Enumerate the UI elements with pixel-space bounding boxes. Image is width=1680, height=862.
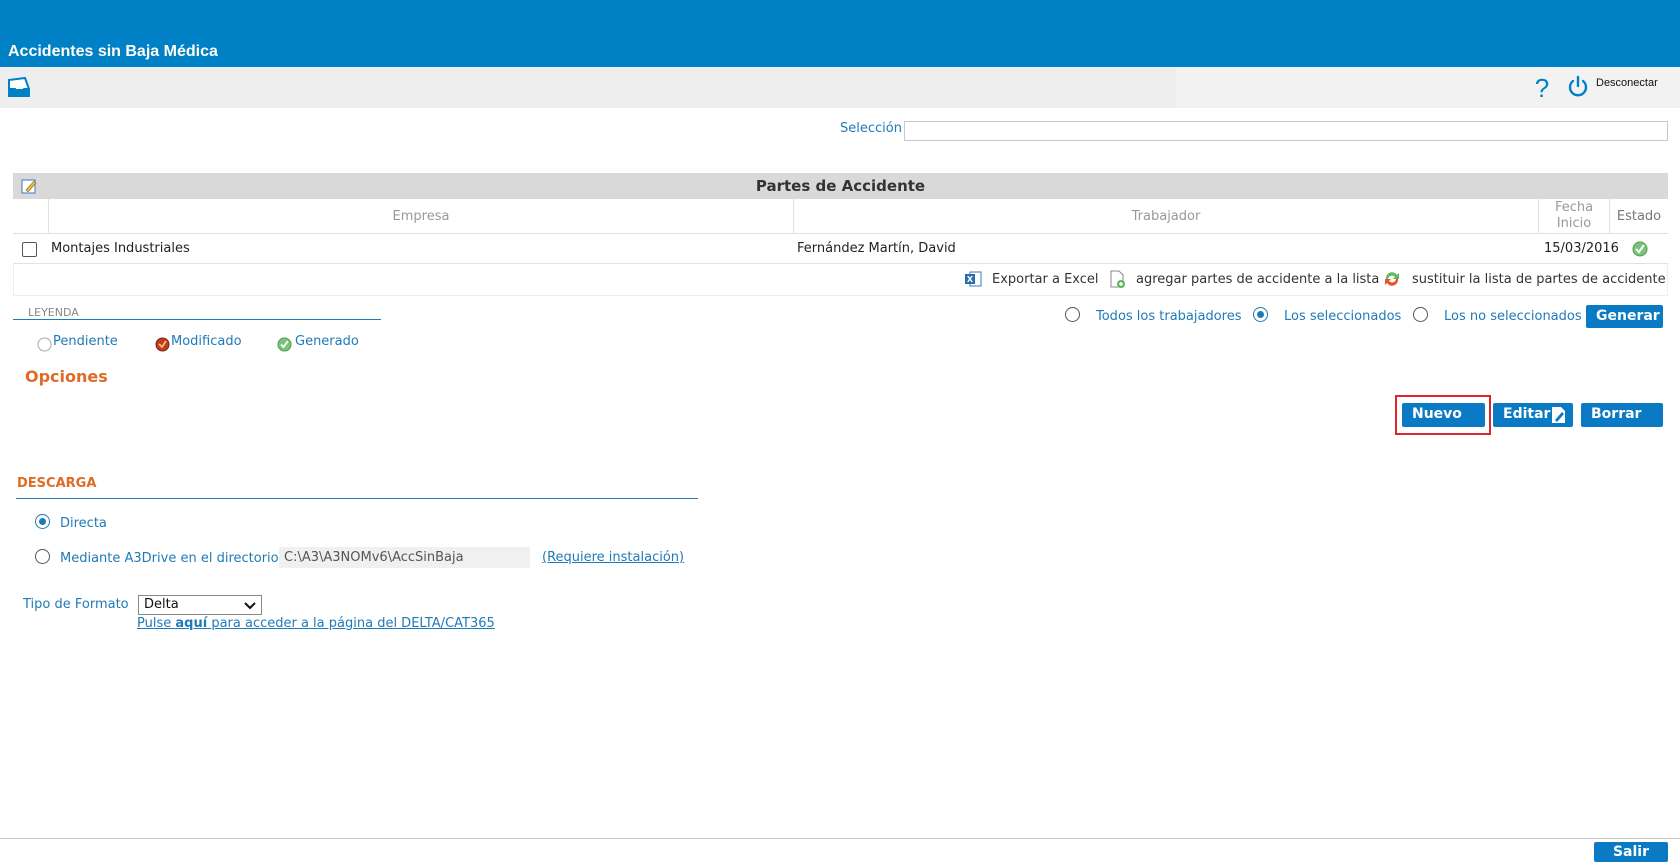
format-type-label: Tipo de Formato xyxy=(23,597,129,612)
excel-icon[interactable]: X xyxy=(964,270,982,288)
pending-status-icon xyxy=(37,337,52,352)
label-seleccionados[interactable]: Los seleccionados xyxy=(1284,309,1401,324)
column-header-trabajador[interactable]: Trabajador xyxy=(793,199,1538,234)
seleccion-input[interactable] xyxy=(904,121,1668,141)
generate-button[interactable]: Generar xyxy=(1586,305,1663,328)
format-type-value: Delta xyxy=(144,597,179,612)
legend-generado: Generado xyxy=(295,334,359,349)
page-title: Accidentes sin Baja Médica xyxy=(8,43,218,60)
legend-heading: LEYENDA xyxy=(13,305,381,320)
label-directa[interactable]: Directa xyxy=(60,516,107,531)
radio-a3drive[interactable] xyxy=(35,549,50,564)
title-bar: Accidentes sin Baja Médica xyxy=(0,0,1680,67)
legend-modificado: Modificado xyxy=(171,334,242,349)
radio-seleccionados[interactable] xyxy=(1253,307,1268,322)
legend-title: LEYENDA xyxy=(28,306,79,319)
modified-status-icon xyxy=(155,337,170,352)
help-icon[interactable]: ? xyxy=(1532,75,1552,101)
generated-status-icon xyxy=(1632,241,1648,257)
row-fecha-inicio: 15/03/2016 xyxy=(1544,241,1619,256)
delta-link-rest: para acceder a la página del DELTA/CAT36… xyxy=(211,616,495,631)
accident-reports-grid: Partes de Accidente Empresa Trabajador F… xyxy=(13,173,1668,296)
table-row[interactable]: Montajes Industriales Fernández Martín, … xyxy=(13,234,1668,264)
borrar-button[interactable]: Borrar xyxy=(1581,403,1663,427)
row-empresa: Montajes Industriales xyxy=(51,241,190,256)
add-reports-link[interactable]: agregar partes de accidente a la lista xyxy=(1136,272,1379,287)
salir-button[interactable]: Salir xyxy=(1594,842,1668,862)
grid-footer: X Exportar a Excel agregar partes de acc… xyxy=(13,264,1668,296)
chevron-down-icon xyxy=(244,602,256,610)
legend-pendiente: Pendiente xyxy=(53,334,118,349)
editar-label: Editar xyxy=(1503,406,1551,422)
column-header-fecha-inicio[interactable]: Fecha Inicio xyxy=(1538,199,1609,234)
seleccion-label: Selección xyxy=(840,121,902,136)
column-header-estado[interactable]: Estado xyxy=(1609,199,1668,234)
nuevo-button[interactable]: Nuevo xyxy=(1402,403,1485,427)
disconnect-link[interactable]: Desconectar xyxy=(1596,77,1658,89)
label-todos[interactable]: Todos los trabajadores xyxy=(1096,309,1242,324)
edit-document-icon xyxy=(1552,407,1565,423)
export-excel-link[interactable]: Exportar a Excel xyxy=(992,272,1099,287)
row-trabajador: Fernández Martín, David xyxy=(797,241,956,256)
label-no-seleccionados[interactable]: Los no seleccionados xyxy=(1444,309,1582,324)
radio-directa[interactable] xyxy=(35,514,50,529)
power-icon[interactable] xyxy=(1566,75,1590,99)
column-header-select xyxy=(13,199,48,234)
replace-list-icon[interactable] xyxy=(1383,270,1401,288)
column-header-empresa[interactable]: Empresa xyxy=(48,199,793,234)
label-a3drive[interactable]: Mediante A3Drive en el directorio xyxy=(60,551,279,566)
row-checkbox[interactable] xyxy=(22,242,37,257)
toolbar: ? Desconectar xyxy=(0,67,1680,108)
svg-text:X: X xyxy=(967,275,974,284)
generated-legend-icon xyxy=(277,337,292,352)
download-heading: DESCARGA xyxy=(16,474,698,499)
bottom-bar xyxy=(0,838,1680,862)
options-title: Opciones xyxy=(25,367,108,386)
requires-install-link[interactable]: (Requiere instalación) xyxy=(542,550,684,565)
radio-no-seleccionados[interactable] xyxy=(1413,307,1428,322)
grid-title: Partes de Accidente xyxy=(755,177,926,195)
inbox-icon[interactable] xyxy=(6,76,32,98)
replace-list-link[interactable]: sustituir la lista de partes de accident… xyxy=(1412,272,1666,287)
grid-header: Partes de Accidente xyxy=(13,173,1668,199)
editar-button[interactable]: Editar xyxy=(1493,403,1573,427)
column-header-fecha-line2: Inicio xyxy=(1556,216,1592,231)
download-title: DESCARGA xyxy=(17,476,97,491)
directory-path-field[interactable]: C:\A3\A3NOMv6\AccSinBaja xyxy=(279,547,530,568)
delta-link[interactable]: Pulse aquí para acceder a la página del … xyxy=(137,616,495,631)
format-type-select[interactable]: Delta xyxy=(138,595,262,615)
column-header-fecha-line1: Fecha xyxy=(1554,200,1594,215)
radio-todos[interactable] xyxy=(1065,307,1080,322)
grid-column-headers: Empresa Trabajador Fecha Inicio Estado xyxy=(13,199,1668,234)
add-document-icon[interactable] xyxy=(1108,270,1126,288)
delta-link-pulse: Pulse xyxy=(137,616,172,631)
delta-link-aqui[interactable]: aquí xyxy=(175,616,207,631)
